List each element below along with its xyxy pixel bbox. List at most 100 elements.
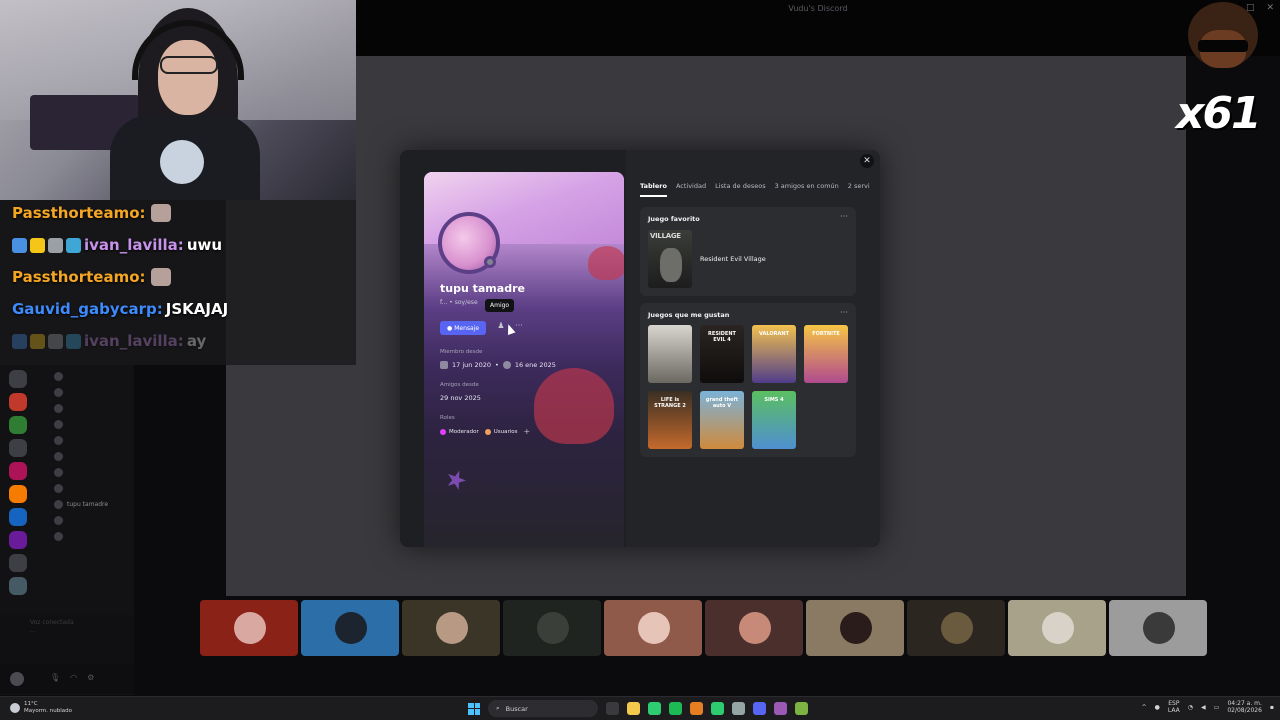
- windows-start-icon[interactable]: [468, 702, 480, 715]
- member-item[interactable]: [40, 464, 130, 480]
- participant-tile[interactable]: [1109, 600, 1207, 656]
- tab-4[interactable]: 3 amigos en común: [775, 182, 839, 197]
- participant-tile[interactable]: [806, 600, 904, 656]
- user-avatar[interactable]: [10, 672, 24, 686]
- member-avatar: [54, 499, 63, 509]
- server-icon[interactable]: [9, 393, 27, 411]
- server-icon[interactable]: [9, 508, 27, 526]
- notification-icon[interactable]: ▪: [1270, 704, 1274, 711]
- member-item[interactable]: [40, 480, 130, 496]
- server-icon[interactable]: [9, 416, 27, 434]
- member-item[interactable]: [40, 528, 130, 544]
- liked-game-cover[interactable]: VALORANT: [752, 325, 796, 383]
- liked-game-cover[interactable]: grand theft auto V: [700, 391, 744, 449]
- member-item[interactable]: [40, 448, 130, 464]
- chat-badge-icon: [30, 237, 45, 253]
- battery-icon[interactable]: ▭: [1214, 704, 1220, 711]
- liked-games-more-icon[interactable]: ···: [840, 308, 848, 317]
- participant-tile[interactable]: [301, 600, 399, 656]
- favorite-game-more-icon[interactable]: ···: [840, 212, 848, 221]
- server-icon[interactable]: [9, 462, 27, 480]
- screen: Vudu's Discord – □ ✕ tupu tamadre Passth…: [0, 0, 1280, 720]
- chat-message: Passthorteamo:: [12, 204, 171, 222]
- tab-5[interactable]: 2 servi: [848, 182, 870, 197]
- tab-2[interactable]: Actividad: [676, 182, 706, 197]
- game-cover-text: VALORANT: [759, 331, 789, 337]
- role-color-dot: [440, 428, 446, 435]
- taskbar-app-icon[interactable]: [627, 702, 640, 715]
- chat-username: ivan_lavilla:: [84, 332, 184, 350]
- cloud-icon: [10, 703, 20, 713]
- favorite-game-cover-text: VILLAGE: [650, 232, 681, 240]
- participant-tile[interactable]: [604, 600, 702, 656]
- favorite-game-title: Juego favorito: [648, 215, 700, 223]
- taskbar-app-icon[interactable]: [606, 702, 619, 715]
- chat-text: ay: [186, 332, 207, 350]
- taskbar-app-icon[interactable]: [753, 702, 766, 715]
- liked-game-cover[interactable]: LIFE is STRANGE 2: [648, 391, 692, 449]
- server-icon[interactable]: [9, 370, 27, 388]
- member-item[interactable]: tupu tamadre: [40, 496, 130, 512]
- tab-3[interactable]: Lista de deseos: [715, 182, 765, 197]
- tab-1[interactable]: Tablero: [640, 182, 667, 197]
- message-button[interactable]: ● Mensaje: [440, 321, 486, 335]
- participant-strip: [200, 600, 1212, 656]
- taskbar-app-icon[interactable]: [648, 702, 661, 715]
- taskbar-app-icon[interactable]: [795, 702, 808, 715]
- member-item[interactable]: [40, 432, 130, 448]
- volume-icon[interactable]: ◀: [1201, 704, 1206, 711]
- taskbar-search[interactable]: ⌕ Buscar: [488, 700, 598, 717]
- participant-tile[interactable]: [705, 600, 803, 656]
- participant-tile[interactable]: [907, 600, 1005, 656]
- liked-game-cover[interactable]: SIMS 4: [752, 391, 796, 449]
- chat-text: uwu: [186, 236, 223, 254]
- liked-game-cover[interactable]: FORTNITE: [804, 325, 848, 383]
- mic-tray-icon[interactable]: ●: [1155, 704, 1160, 711]
- taskbar-app-icon[interactable]: [690, 702, 703, 715]
- chevron-up-icon[interactable]: ^: [1142, 704, 1147, 711]
- mic-icon[interactable]: 🎙: [50, 673, 60, 682]
- server-icon[interactable]: [9, 577, 27, 595]
- liked-game-cover[interactable]: RESIDENT EVIL 4: [700, 325, 744, 383]
- close-icon[interactable]: ✕: [1266, 3, 1274, 13]
- star-decoration-icon: [443, 467, 469, 493]
- participant-tile[interactable]: [200, 600, 298, 656]
- member-item[interactable]: [40, 368, 130, 384]
- server-icon[interactable]: [9, 439, 27, 457]
- member-item[interactable]: [40, 512, 130, 528]
- gear-icon[interactable]: ⚙: [87, 673, 94, 682]
- taskbar: 11°C Mayorm. nublado ⌕ Buscar ^ ● ESP LA…: [0, 696, 1280, 720]
- participant-video: [335, 612, 367, 644]
- participant-video: [739, 612, 771, 644]
- language-indicator[interactable]: ESP LAA: [1168, 700, 1180, 714]
- close-modal-icon[interactable]: ✕: [860, 154, 874, 168]
- participant-tile[interactable]: [1008, 600, 1106, 656]
- member-list: tupu tamadre: [40, 368, 130, 544]
- participant-tile[interactable]: [402, 600, 500, 656]
- favorite-game-cover[interactable]: VILLAGE: [648, 230, 692, 288]
- taskbar-app-icon[interactable]: [732, 702, 745, 715]
- weather-widget[interactable]: 11°C Mayorm. nublado: [10, 701, 72, 715]
- member-item[interactable]: [40, 400, 130, 416]
- wifi-icon[interactable]: ◔: [1188, 704, 1193, 711]
- taskbar-app-icon[interactable]: [774, 702, 787, 715]
- member-avatar: [54, 387, 63, 397]
- role-chip[interactable]: Moderador: [440, 428, 479, 435]
- taskbar-app-icon[interactable]: [711, 702, 724, 715]
- member-since-values: 17 jun 2020 • 16 ene 2025: [440, 361, 556, 369]
- server-icon[interactable]: [9, 485, 27, 503]
- roles-label: Roles: [440, 415, 455, 421]
- add-role-button[interactable]: +: [524, 427, 531, 436]
- server-icon[interactable]: [9, 531, 27, 549]
- clock[interactable]: 04:27 a. m. 02/08/2026: [1227, 700, 1262, 714]
- taskbar-app-icon[interactable]: [669, 702, 682, 715]
- role-chip[interactable]: Usuarios: [484, 428, 518, 435]
- window-title: Vudu's Discord: [788, 4, 848, 13]
- participant-tile[interactable]: [503, 600, 601, 656]
- member-item[interactable]: [40, 416, 130, 432]
- member-item[interactable]: [40, 384, 130, 400]
- participant-video: [941, 612, 973, 644]
- server-icon[interactable]: [9, 554, 27, 572]
- liked-game-cover[interactable]: [648, 325, 692, 383]
- headphones-icon[interactable]: ◠: [70, 673, 77, 682]
